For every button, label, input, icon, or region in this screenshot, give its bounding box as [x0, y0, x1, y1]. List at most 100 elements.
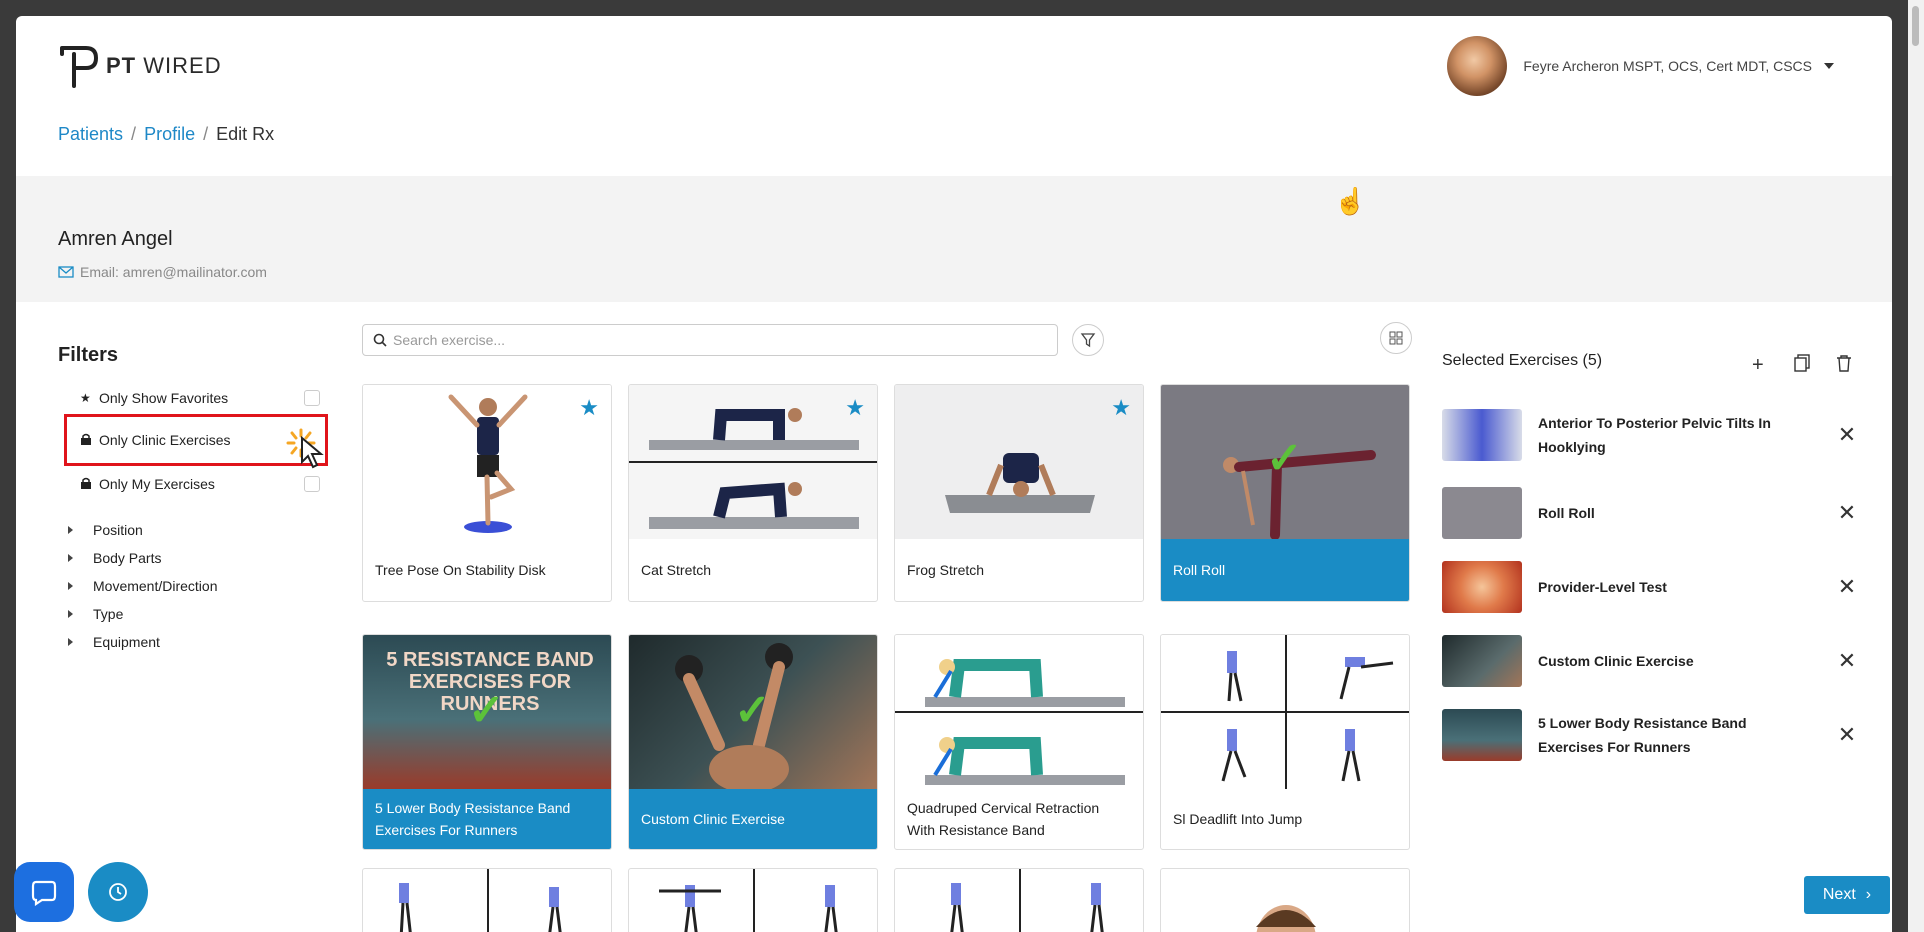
page-scrollbar[interactable]: [1908, 0, 1924, 932]
exercise-thumbnail: ★: [629, 385, 877, 539]
user-menu[interactable]: Feyre Archeron MSPT, OCS, Cert MDT, CSCS: [1447, 36, 1834, 96]
exercise-title: Cat Stretch: [641, 562, 712, 578]
exercise-card[interactable]: ★ Cat Stretch: [628, 384, 878, 602]
checkmark-icon: ✓: [468, 686, 505, 735]
chevron-down-icon[interactable]: [1824, 63, 1834, 69]
category-label: Equipment: [93, 634, 160, 650]
avatar[interactable]: [1447, 36, 1508, 96]
close-icon[interactable]: ✕: [1832, 420, 1862, 450]
exercise-title: Custom Clinic Exercise: [629, 789, 877, 849]
filter-category-movement[interactable]: Movement/Direction: [68, 578, 218, 594]
lock-icon: [80, 477, 94, 492]
exercise-card-selected[interactable]: 5 RESISTANCE BAND EXERCISES FOR RUNNERS …: [362, 634, 612, 850]
exercise-card[interactable]: [362, 868, 612, 932]
favorites-checkbox[interactable]: [304, 390, 320, 406]
patient-header: Amren Angel Email: amren@mailinator.com …: [16, 176, 1892, 302]
close-icon[interactable]: ✕: [1832, 646, 1862, 676]
selected-exercise-thumbnail: [1442, 709, 1522, 761]
filter-button[interactable]: [1072, 324, 1104, 356]
chat-button[interactable]: [14, 862, 74, 922]
grid-view-button[interactable]: [1380, 322, 1412, 354]
add-icon[interactable]: +: [1752, 354, 1764, 377]
selected-exercise-item[interactable]: Roll Roll ✕: [1442, 484, 1862, 542]
exercise-card[interactable]: [1160, 868, 1410, 932]
exercise-card[interactable]: Quadruped Cervical Retraction With Resis…: [894, 634, 1144, 850]
logo-text: WIRED: [143, 53, 222, 78]
selected-exercise-thumbnail: [1442, 487, 1522, 539]
exercise-card[interactable]: [628, 868, 878, 932]
selected-exercises-title: Selected Exercises (5): [1442, 352, 1603, 369]
exercise-thumbnail: [1161, 635, 1409, 789]
filter-only-mine[interactable]: Only My Exercises: [80, 470, 320, 498]
next-button[interactable]: Next ›: [1804, 876, 1890, 914]
close-icon[interactable]: ✕: [1832, 720, 1862, 750]
pt-wired-logo[interactable]: PT WIRED: [58, 44, 222, 88]
next-label: Next: [1822, 886, 1856, 903]
tree-pose-figure: [448, 394, 528, 533]
close-icon[interactable]: ✕: [1832, 572, 1862, 602]
exercise-title: Quadruped Cervical Retraction With Resis…: [907, 800, 1100, 838]
exercise-thumbnail: 5 RESISTANCE BAND EXERCISES FOR RUNNERS …: [363, 635, 611, 789]
copy-icon[interactable]: [1794, 354, 1810, 378]
category-label: Body Parts: [93, 550, 162, 566]
breadcrumb-profile[interactable]: Profile: [144, 124, 195, 145]
exercise-card-selected[interactable]: ✓ Custom Clinic Exercise: [628, 634, 878, 850]
exercise-card[interactable]: Sl Deadlift Into Jump: [1160, 634, 1410, 850]
logo-bold-text: PT: [106, 53, 137, 78]
breadcrumb-patients[interactable]: Patients: [58, 124, 123, 145]
close-icon[interactable]: ✕: [1832, 498, 1862, 528]
exercise-title: Tree Pose On Stability Disk: [375, 562, 546, 578]
breadcrumb-current: Edit Rx: [216, 124, 275, 144]
breadcrumb: Patients / Profile / Edit Rx: [58, 124, 274, 145]
favorite-star-icon[interactable]: ★: [579, 395, 599, 421]
selected-exercise-item[interactable]: Provider-Level Test ✕: [1442, 558, 1862, 616]
filter-category-position[interactable]: Position: [68, 522, 143, 538]
search-placeholder: Search exercise...: [393, 332, 506, 348]
trash-icon[interactable]: [1836, 354, 1852, 378]
breadcrumb-separator: /: [131, 124, 137, 144]
exercise-thumbnail: ★: [895, 385, 1143, 539]
search-icon: [373, 333, 387, 347]
filter-category-type[interactable]: Type: [68, 606, 123, 622]
exercise-card[interactable]: [894, 868, 1144, 932]
exercise-card[interactable]: ★ Tree Pose On Stability Disk: [362, 384, 612, 602]
selected-exercise-thumbnail: [1442, 561, 1522, 613]
search-input[interactable]: Search exercise...: [362, 324, 1058, 356]
caret-right-icon: [68, 526, 73, 534]
selected-exercise-thumbnail: [1442, 635, 1522, 687]
selected-exercise-name: Roll Roll: [1538, 505, 1595, 521]
patient-email: Email: amren@mailinator.com: [80, 264, 267, 280]
filter-category-body-parts[interactable]: Body Parts: [68, 550, 161, 566]
exercise-title: Sl Deadlift Into Jump: [1173, 811, 1303, 827]
exercise-card[interactable]: ★ Frog Stretch: [894, 384, 1144, 602]
chevron-right-icon: ›: [1865, 886, 1872, 903]
exercise-thumbnail: ✓: [1161, 385, 1409, 539]
selected-exercise-item[interactable]: Custom Clinic Exercise ✕: [1442, 632, 1862, 690]
favorite-star-icon[interactable]: ★: [845, 395, 865, 421]
filter-category-equipment[interactable]: Equipment: [68, 634, 160, 650]
frog-stretch-figure: [945, 453, 1095, 513]
exercise-thumbnail: ✓: [629, 635, 877, 789]
patient-name: Amren Angel: [58, 228, 173, 250]
exercise-card-selected[interactable]: ✓ Roll Roll: [1160, 384, 1410, 602]
grid-icon: [1389, 331, 1403, 345]
favorite-star-icon[interactable]: ★: [1111, 395, 1131, 421]
history-icon: [109, 883, 127, 901]
exercise-title: 5 Lower Body Resistance Band Exercises F…: [363, 789, 611, 849]
selected-exercise-item[interactable]: 5 Lower Body Resistance Band Exercises F…: [1442, 706, 1862, 764]
checkmark-icon: ✓: [1266, 434, 1303, 483]
filter-only-favorites[interactable]: ★ Only Show Favorites: [80, 384, 320, 412]
hand-cursor-icon: ☝: [1334, 186, 1367, 216]
selected-exercise-name: 5 Lower Body Resistance Band Exercises F…: [1538, 715, 1747, 755]
history-button[interactable]: [88, 862, 148, 922]
scrollbar-thumb[interactable]: [1912, 6, 1919, 46]
filters-title: Filters: [58, 344, 119, 366]
user-name: Feyre Archeron MSPT, OCS, Cert MDT, CSCS: [1523, 58, 1812, 74]
divider: [1285, 635, 1287, 789]
funnel-icon: [1080, 333, 1096, 348]
person-head-figure: [1256, 905, 1316, 932]
selected-exercise-item[interactable]: Anterior To Posterior Pelvic Tilts In Ho…: [1442, 406, 1862, 464]
my-exercises-checkbox[interactable]: [304, 476, 320, 492]
caret-right-icon: [68, 554, 73, 562]
selected-exercise-name: Custom Clinic Exercise: [1538, 653, 1694, 669]
